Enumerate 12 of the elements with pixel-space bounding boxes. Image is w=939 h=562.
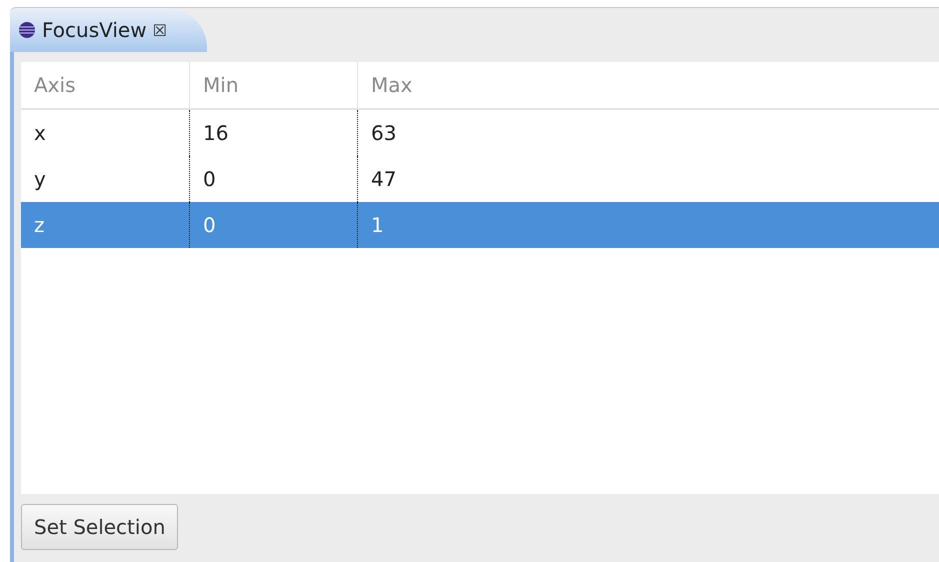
table-cell-text: y <box>33 166 47 193</box>
view-tab[interactable]: FocusView ☒ <box>10 8 207 52</box>
close-icon[interactable]: ☒ <box>152 20 167 40</box>
set-selection-button[interactable]: Set Selection <box>21 504 178 550</box>
table-cell-text: z <box>33 212 46 239</box>
table-cell: 16 <box>189 110 357 156</box>
table-cell-text: x <box>33 120 47 147</box>
table-cell: 0 <box>189 202 357 248</box>
globe-icon <box>18 21 36 39</box>
table-cell: 1 <box>357 202 939 248</box>
table-row[interactable]: x 16 63 <box>21 110 939 156</box>
table-cell: 63 <box>357 110 939 156</box>
